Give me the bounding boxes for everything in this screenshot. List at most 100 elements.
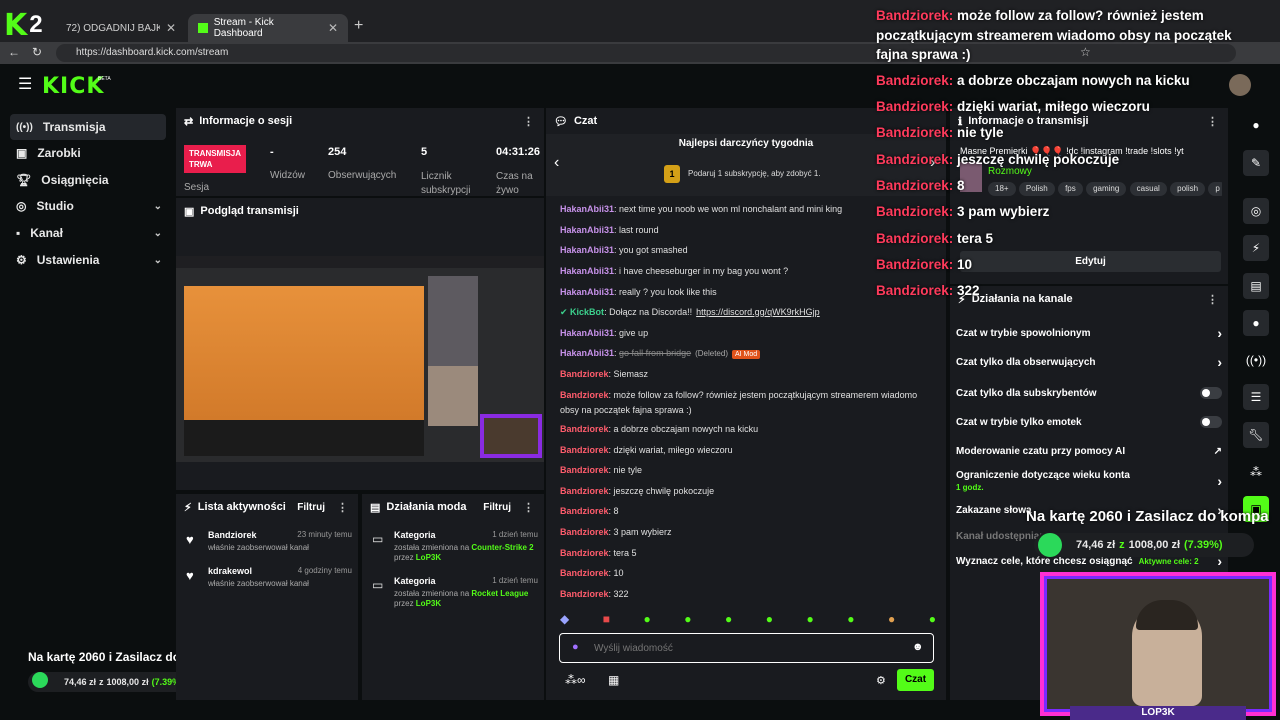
chat-username[interactable]: HakanAbii31 <box>560 348 614 358</box>
edit-icon[interactable]: ✎ <box>1243 150 1269 176</box>
slow-mode-row[interactable]: Czat w trybie spowolnionym › <box>956 325 1222 341</box>
filter-button[interactable]: Filtruj <box>483 502 511 513</box>
chevron-left-icon[interactable]: ‹ <box>554 154 559 172</box>
mod-action-target[interactable]: Rocket League <box>471 589 528 598</box>
close-icon[interactable]: ✕ <box>328 21 338 35</box>
row-label: Ograniczenie dotyczące wieku konta <box>956 470 1130 481</box>
info-icon[interactable]: ● <box>1243 112 1269 138</box>
emote-icon[interactable]: ● <box>684 612 691 630</box>
chat-username[interactable]: HakanAbii31 <box>560 287 614 297</box>
lightning-icon[interactable]: ⚡︎ <box>1243 235 1269 261</box>
kick-logo[interactable]: KICK <box>42 74 104 99</box>
chat-username[interactable]: Bandziorek <box>560 527 609 537</box>
chat-username[interactable]: Bandziorek <box>560 465 609 475</box>
row-label: Zakazane słowa <box>956 504 1032 516</box>
chat-message: Bandziorek: 8 <box>560 506 619 516</box>
chat-username[interactable]: HakanAbii31 <box>560 245 614 255</box>
wrench-icon[interactable]: 🔧︎ <box>1243 422 1269 448</box>
subscribers-only-toggle[interactable] <box>1200 387 1222 399</box>
menu-icon[interactable]: ☰ <box>18 77 32 93</box>
close-icon[interactable]: ✕ <box>166 21 176 35</box>
mod-action-user[interactable]: LoP3K <box>416 599 441 608</box>
chat-username[interactable]: Bandziorek <box>560 568 609 578</box>
activity-time: 23 minuty temu <box>297 530 352 539</box>
session-header: ⇄ Informacje o sesji ⋮ <box>176 108 544 134</box>
stream-preview-video[interactable] <box>176 256 544 462</box>
chat-input[interactable] <box>594 640 894 656</box>
filter-button[interactable]: Filtruj <box>297 502 325 513</box>
emoji-icon[interactable]: ☻ <box>912 641 924 653</box>
send-button[interactable]: Czat <box>897 669 934 691</box>
emote-icon[interactable]: ● <box>847 612 854 630</box>
back-icon[interactable]: ← <box>8 45 20 59</box>
chat-link[interactable]: https://discord.gg/qWK9rkHGjp <box>696 307 820 317</box>
list-icon[interactable]: ☰ <box>1243 384 1269 410</box>
microphone-icon[interactable]: ● <box>572 641 579 653</box>
chat-message: HakanAbii31: go fall from bridge (Deleted… <box>560 348 761 359</box>
sidebar-item-kanal[interactable]: ▪ Kanał ⌄ <box>10 220 166 246</box>
edit-button[interactable]: Edytuj <box>960 251 1221 272</box>
new-tab-button[interactable]: + <box>354 17 363 35</box>
chat-input-box[interactable]: ● ☻ <box>559 633 934 663</box>
url-input[interactable]: https://dashboard.kick.com/stream <box>56 44 1236 62</box>
tab-kick-dashboard[interactable]: Stream - Kick Dashboard ✕ <box>188 14 348 42</box>
chat-username[interactable]: HakanAbii31 <box>560 328 614 338</box>
sidebar-item-ustawienia[interactable]: ⚙ Ustawienia ⌄ <box>10 247 166 273</box>
star-icon[interactable]: ☆ <box>1080 45 1091 59</box>
mod-actions-title: Działania moda <box>386 501 467 513</box>
camera-icon[interactable]: ◎ <box>1243 198 1269 224</box>
chat-settings-icon[interactable]: ⚙ <box>876 674 886 687</box>
mod-action-time: 1 dzień temu <box>492 576 538 585</box>
emote-icon[interactable]: ◆ <box>560 612 569 630</box>
more-icon[interactable]: ⋮ <box>523 501 534 514</box>
chat-username[interactable]: Bandziorek <box>560 548 609 558</box>
chat-username[interactable]: Bandziorek <box>560 390 609 400</box>
chat-username[interactable]: HakanAbii31 <box>560 204 614 214</box>
goal-progress-icon <box>1038 533 1062 557</box>
followers-only-row[interactable]: Czat tylko dla obserwujących › <box>956 354 1222 370</box>
mod-action-user[interactable]: LoP3K <box>416 553 441 562</box>
sidebar-item-zarobki[interactable]: ▣ Zarobki <box>10 140 166 166</box>
chat-username[interactable]: Bandziorek <box>560 445 609 455</box>
reload-icon[interactable]: ↻ <box>32 45 42 59</box>
sidebar-item-studio[interactable]: ◎ Studio ⌄ <box>10 193 166 219</box>
account-age-row[interactable]: Ograniczenie dotyczące wieku konta 1 godz… <box>956 470 1222 492</box>
chat-username[interactable]: Bandziorek <box>560 424 609 434</box>
emote-icon[interactable]: ● <box>929 612 936 630</box>
sidebar-item-osiagniecia[interactable]: 🏆︎ Osiągnięcia <box>10 167 166 193</box>
emote-icon[interactable]: ● <box>806 612 813 630</box>
kick-points-icon[interactable]: ⁂∞ <box>565 673 586 687</box>
emote-icon[interactable]: ■ <box>603 612 610 630</box>
heart-icon: ♥ <box>186 568 194 583</box>
chat-bubble-icon[interactable]: ● <box>1243 310 1269 336</box>
stream-category[interactable]: Rozmowy <box>988 166 1032 177</box>
store-icon[interactable]: ▦ <box>608 673 619 687</box>
broadcast-icon[interactable]: ((•)) <box>1243 347 1269 373</box>
more-icon[interactable]: ⋮ <box>523 115 534 128</box>
kick-points-icon[interactable]: ⁂ <box>1243 459 1269 485</box>
stat-value: 04:31:26 <box>496 146 541 158</box>
emote-icon[interactable]: ● <box>643 612 650 630</box>
tab-youtube[interactable]: 72) ODGADNIJ BAJKE PO PIOSI ✕ <box>56 14 186 42</box>
chat-username[interactable]: HakanAbii31 <box>560 225 614 235</box>
overlay-text: a dobrze obczajam nowych na kicku <box>957 73 1190 88</box>
more-icon[interactable]: ⋮ <box>1207 115 1218 128</box>
chat-username[interactable]: Bandziorek <box>560 369 609 379</box>
mod-action-title: Kategoria <box>394 530 436 540</box>
sidebar-item-transmisja[interactable]: ((•)) Transmisja <box>10 114 166 140</box>
more-icon[interactable]: ⋮ <box>1207 293 1218 306</box>
avatar[interactable] <box>1229 74 1251 96</box>
ai-moderation-row[interactable]: Moderowanie czatu przy pomocy AI ↗ <box>956 444 1222 458</box>
chat-username[interactable]: Bandziorek <box>560 486 609 496</box>
emote-icon[interactable]: ● <box>725 612 732 630</box>
document-icon[interactable]: ▤ <box>1243 273 1269 299</box>
chat-username[interactable]: Bandziorek <box>560 506 609 516</box>
chat-username[interactable]: HakanAbii31 <box>560 266 614 276</box>
emote-only-toggle[interactable] <box>1200 416 1222 428</box>
chat-username[interactable]: KickBot <box>570 307 604 317</box>
more-icon[interactable]: ⋮ <box>337 501 348 514</box>
emote-icon[interactable]: ● <box>888 612 895 630</box>
mod-action-target[interactable]: Counter-Strike 2 <box>471 543 533 552</box>
chat-username[interactable]: Bandziorek <box>560 589 609 599</box>
emote-icon[interactable]: ● <box>766 612 773 630</box>
